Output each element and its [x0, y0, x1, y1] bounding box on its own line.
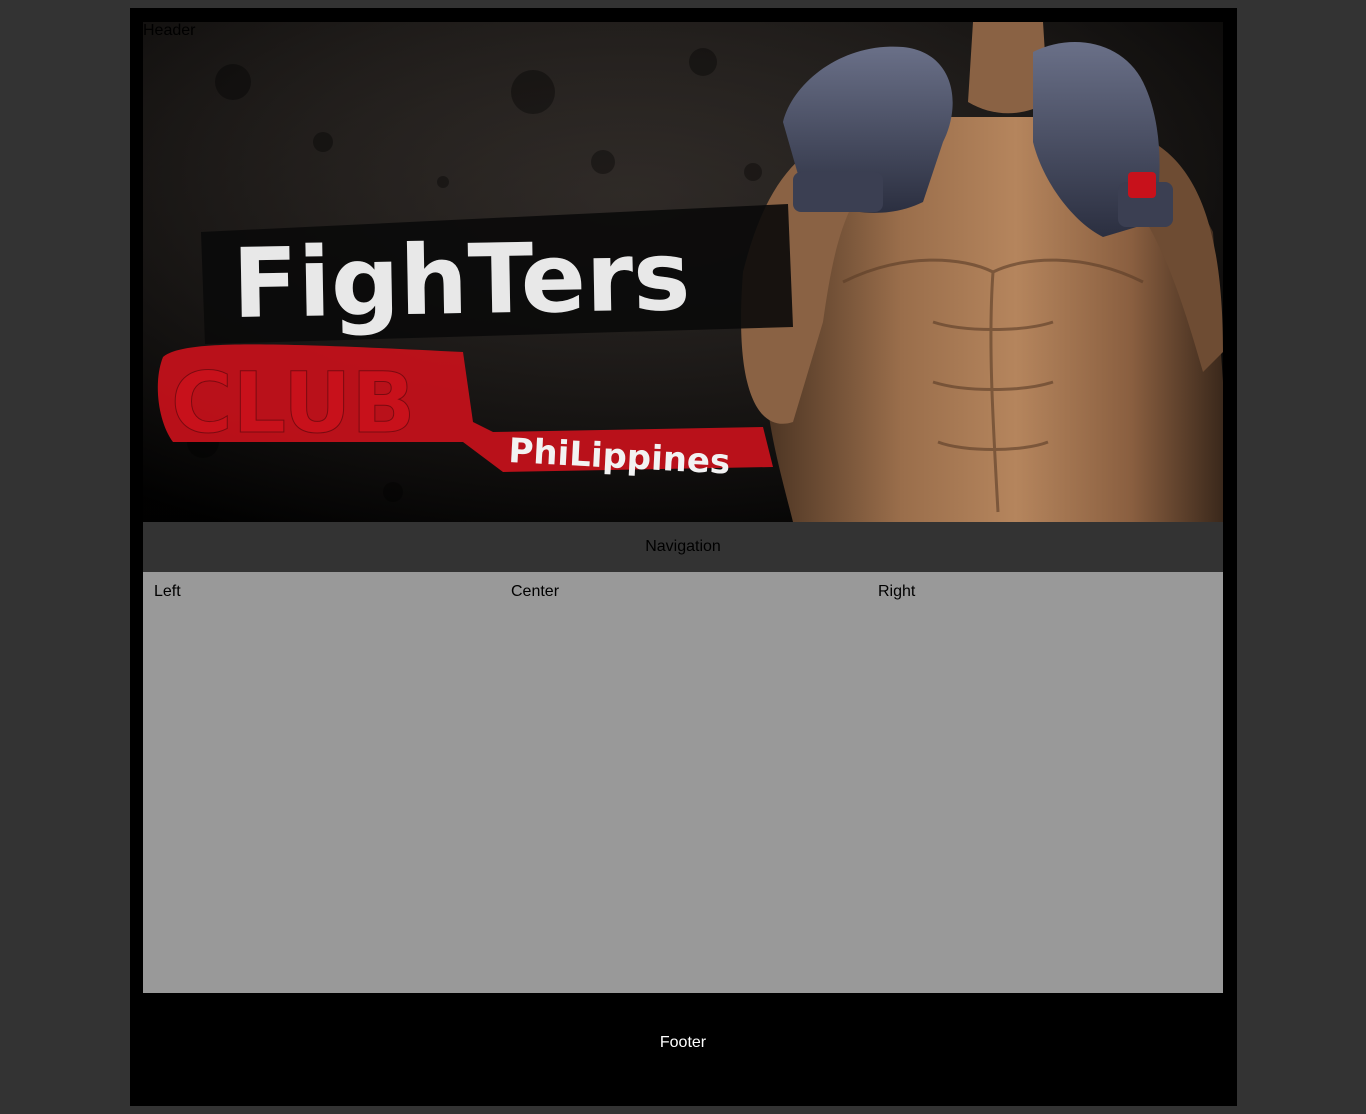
content-area: Left Center Right [143, 572, 1223, 993]
footer-label: Footer [659, 1034, 707, 1051]
footer: Footer [143, 993, 1223, 1093]
fighters-club-logo: FighTers CLUB PhiLippines [157, 204, 793, 483]
navigation-label: Navigation [645, 538, 721, 555]
logo-fighters-text: FighTers [231, 220, 691, 340]
header-label: Header [143, 22, 196, 39]
center-column-label: Center [511, 583, 560, 600]
header: Header FighTers CLUB PhiLippines [143, 22, 1223, 522]
navigation-bar: Navigation [143, 522, 1223, 572]
page-wrapper: Header FighTers CLUB PhiLippines Navigat… [130, 8, 1237, 1106]
logo-club-text: CLUB [171, 354, 415, 452]
right-column-label: Right [878, 583, 916, 600]
left-column-label: Left [154, 583, 181, 600]
